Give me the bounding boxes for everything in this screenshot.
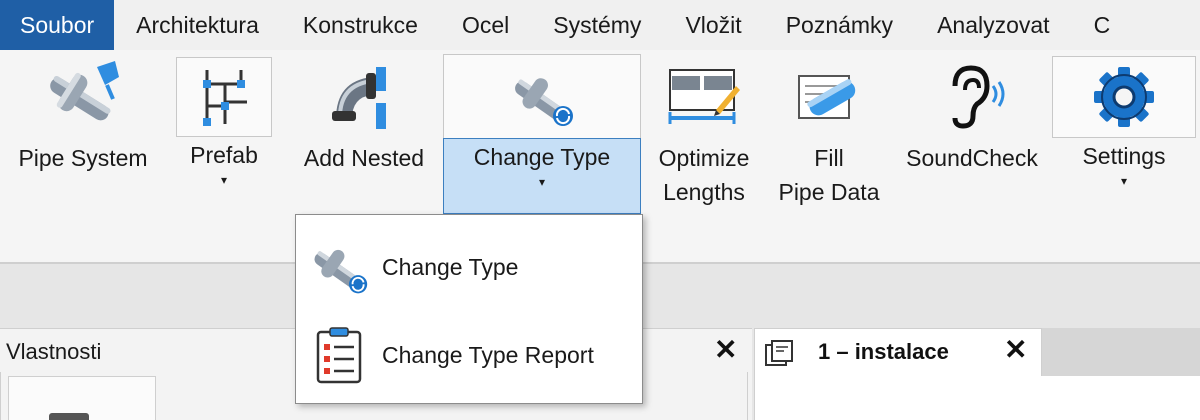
view-tab-close-icon[interactable]: ✕ xyxy=(1004,333,1027,366)
pipe-system-icon xyxy=(6,54,160,140)
settings-dropdown-caret[interactable]: ▾ xyxy=(1121,174,1127,188)
tab-vlozit[interactable]: Vložit xyxy=(663,0,763,50)
tab-systemy[interactable]: Systémy xyxy=(531,0,663,50)
type-selector-preview[interactable] xyxy=(8,376,156,420)
soundcheck-label: SoundCheck xyxy=(906,145,1038,171)
optimize-label-line2: Lengths xyxy=(663,179,745,205)
tab-soubor[interactable]: Soubor xyxy=(0,0,115,50)
tab-ocel[interactable]: Ocel xyxy=(440,0,531,50)
change-type-icon xyxy=(443,54,641,138)
optimize-label-line1: Optimize xyxy=(658,145,750,171)
prefab-label: Prefab xyxy=(190,142,258,168)
settings-button[interactable]: Settings ▾ xyxy=(1052,54,1196,214)
change-type-label: Change Type xyxy=(473,144,611,170)
dropdown-item-change-type[interactable]: Change Type xyxy=(296,223,642,311)
tab-truncated[interactable]: C xyxy=(1072,0,1133,50)
tab-architektura[interactable]: Architektura xyxy=(114,0,281,50)
menu-tab-bar: Soubor Architektura Konstrukce Ocel Syst… xyxy=(0,0,1200,50)
view-tab-title: 1 – instalace xyxy=(818,339,949,364)
optimize-lengths-icon xyxy=(646,54,762,140)
change-type-icon xyxy=(296,237,382,297)
dropdown-item-change-type-report[interactable]: Change Type Report xyxy=(296,311,642,399)
prefab-dropdown-caret[interactable]: ▾ xyxy=(221,173,227,187)
fill-label-line2: Pipe Data xyxy=(778,179,880,205)
fill-pipe-data-button[interactable]: Fill Pipe Data xyxy=(766,54,892,214)
gear-icon xyxy=(1052,56,1196,138)
change-type-split-area[interactable]: Change Type ▾ xyxy=(443,138,641,214)
dropdown-item-label: Change Type Report xyxy=(382,341,594,368)
settings-label: Settings xyxy=(1082,143,1166,169)
properties-title: Vlastnosti xyxy=(6,339,102,364)
add-nested-label: Add Nested xyxy=(303,145,425,171)
pipe-system-button[interactable]: Pipe System xyxy=(6,54,160,214)
prefab-icon xyxy=(176,57,272,137)
change-type-dropdown-menu: Change Type Change Type Report xyxy=(295,214,643,404)
type-preview-thumbnail xyxy=(49,413,89,420)
view-tab-strip xyxy=(1042,328,1200,376)
fill-pipe-data-icon xyxy=(766,54,892,140)
tab-poznamky[interactable]: Poznámky xyxy=(764,0,915,50)
fill-label-line1: Fill xyxy=(814,145,844,171)
add-nested-button[interactable]: Add Nested xyxy=(290,54,438,214)
tab-konstrukce[interactable]: Konstrukce xyxy=(281,0,440,50)
soundcheck-button[interactable]: SoundCheck xyxy=(896,54,1048,214)
tab-analyzovat[interactable]: Analyzovat xyxy=(915,0,1072,50)
dropdown-item-label: Change Type xyxy=(382,253,519,280)
ear-icon xyxy=(896,54,1048,140)
view-canvas[interactable] xyxy=(754,376,1200,420)
add-nested-icon xyxy=(290,54,438,140)
change-type-button[interactable]: Change Type ▾ xyxy=(443,54,641,214)
change-type-dropdown-caret[interactable]: ▾ xyxy=(539,175,545,189)
properties-close-icon[interactable]: ✕ xyxy=(714,333,737,366)
plan-view-icon xyxy=(764,339,794,372)
prefab-button[interactable]: Prefab ▾ xyxy=(162,54,286,214)
pipe-system-label: Pipe System xyxy=(18,145,148,171)
optimize-lengths-button[interactable]: Optimize Lengths xyxy=(646,54,762,214)
report-clipboard-icon xyxy=(296,326,382,384)
